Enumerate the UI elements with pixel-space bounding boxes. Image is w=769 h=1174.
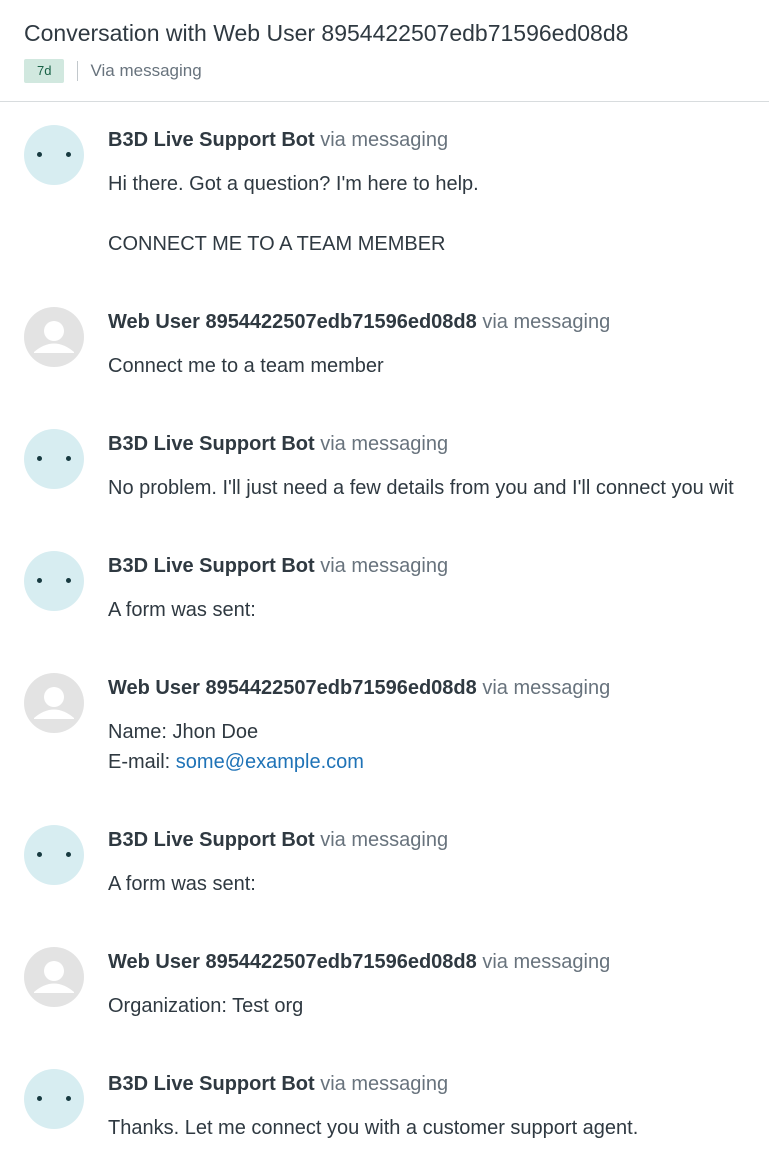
bot-eye-icon (66, 456, 71, 461)
author-name: Web User 8954422507edb71596ed08d8 (108, 311, 477, 333)
message-item: Web User 8954422507edb71596ed08d8 via me… (0, 651, 769, 803)
email-link[interactable]: some@example.com (176, 751, 364, 773)
via-channel: via messaging (320, 433, 449, 455)
message-item: B3D Live Support Bot via messaging Thank… (0, 1047, 769, 1157)
message-header: B3D Live Support Bot via messaging (108, 1073, 448, 1096)
via-channel: via messaging (320, 829, 449, 851)
message-text: A form was sent: (108, 599, 256, 621)
conversation-header: Conversation with Web User 8954422507edb… (0, 0, 769, 102)
message-header: B3D Live Support Bot via messaging (108, 433, 448, 456)
message-text: Hi there. Got a question? I'm here to he… (108, 173, 479, 195)
message-item: Web User 8954422507edb71596ed08d8 via me… (0, 925, 769, 1047)
page-title: Conversation with Web User 8954422507edb… (24, 20, 629, 46)
message-text: Connect me to a team member (108, 355, 384, 377)
bot-eye-icon (37, 852, 42, 857)
bot-eye-icon (37, 578, 42, 583)
bot-eye-icon (66, 852, 71, 857)
via-channel: via messaging (482, 677, 611, 699)
message-item: B3D Live Support Bot via messaging A for… (0, 529, 769, 651)
bot-eye-icon (66, 152, 71, 157)
form-field-organization: Organization: Test org (108, 995, 304, 1017)
author-name: Web User 8954422507edb71596ed08d8 (108, 677, 477, 699)
message-text: Thanks. Let me connect you with a custom… (108, 1117, 639, 1139)
user-silhouette-icon (34, 687, 74, 719)
meta-divider (77, 61, 79, 81)
user-silhouette-icon (34, 321, 74, 353)
message-header: B3D Live Support Bot via messaging (108, 129, 448, 152)
age-badge: 7d (24, 59, 65, 83)
via-channel: via messaging (482, 311, 611, 333)
bot-avatar (24, 429, 84, 489)
author-name: B3D Live Support Bot (108, 129, 315, 151)
bot-eye-icon (37, 152, 42, 157)
form-field-name: Name: Jhon Doe (108, 721, 259, 743)
user-avatar (24, 307, 84, 367)
via-channel: via messaging (320, 1073, 449, 1095)
bot-eye-icon (37, 1096, 42, 1101)
message-header: Web User 8954422507edb71596ed08d8 via me… (108, 951, 610, 974)
message-item: B3D Live Support Bot via messaging No pr… (0, 407, 769, 529)
user-avatar (24, 673, 84, 733)
bot-avatar (24, 1069, 84, 1129)
author-name: B3D Live Support Bot (108, 829, 315, 851)
bot-eye-icon (66, 578, 71, 583)
message-header: B3D Live Support Bot via messaging (108, 555, 448, 578)
bot-avatar (24, 825, 84, 885)
message-item: B3D Live Support Bot via messaging A for… (0, 803, 769, 925)
quick-reply-text: CONNECT ME TO A TEAM MEMBER (108, 233, 446, 255)
form-field-email: E-mail: some@example.com (108, 751, 364, 774)
channel-label: Via messaging (90, 61, 202, 80)
bot-eye-icon (66, 1096, 71, 1101)
via-channel: via messaging (320, 129, 449, 151)
message-text: A form was sent: (108, 873, 256, 895)
via-channel: via messaging (482, 951, 611, 973)
message-header: Web User 8954422507edb71596ed08d8 via me… (108, 677, 610, 700)
user-avatar (24, 947, 84, 1007)
conversation-meta: 7d Via messaging (24, 59, 202, 83)
message-text: No problem. I'll just need a few details… (108, 477, 734, 499)
author-name: B3D Live Support Bot (108, 555, 315, 577)
author-name: B3D Live Support Bot (108, 433, 315, 455)
email-label: E-mail: (108, 751, 171, 773)
bot-avatar (24, 125, 84, 185)
bot-eye-icon (37, 456, 42, 461)
author-name: Web User 8954422507edb71596ed08d8 (108, 951, 477, 973)
message-list[interactable]: B3D Live Support Bot via messaging Hi th… (0, 103, 769, 1157)
message-header: Web User 8954422507edb71596ed08d8 via me… (108, 311, 610, 334)
author-name: B3D Live Support Bot (108, 1073, 315, 1095)
message-item: B3D Live Support Bot via messaging Hi th… (0, 103, 769, 285)
bot-avatar (24, 551, 84, 611)
message-header: B3D Live Support Bot via messaging (108, 829, 448, 852)
message-item: Web User 8954422507edb71596ed08d8 via me… (0, 285, 769, 407)
user-silhouette-icon (34, 961, 74, 993)
via-channel: via messaging (320, 555, 449, 577)
